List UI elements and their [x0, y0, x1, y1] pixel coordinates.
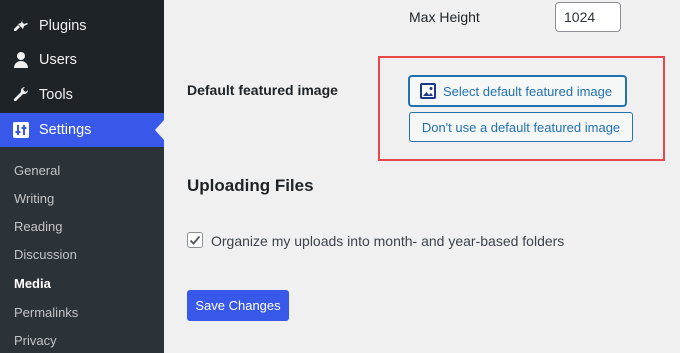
save-changes-button[interactable]: Save Changes	[187, 290, 289, 321]
settings-sliders-icon	[12, 121, 30, 139]
organize-uploads-checkbox[interactable]	[187, 232, 203, 248]
admin-sidebar: Plugins Users Tools Settings General Wri…	[0, 0, 164, 353]
sidebar-item-label: Users	[39, 52, 77, 68]
max-height-input[interactable]	[555, 2, 621, 32]
checkmark-icon	[189, 235, 201, 245]
submenu-item-writing[interactable]: Writing	[14, 191, 54, 206]
select-default-featured-image-button[interactable]: Select default featured image	[409, 76, 626, 106]
sidebar-item-label: Tools	[39, 87, 73, 103]
submenu-item-general[interactable]: General	[14, 163, 60, 178]
image-icon	[420, 83, 436, 99]
featured-image-label: Default featured image	[187, 82, 338, 98]
sidebar-item-tools[interactable]: Tools	[0, 78, 164, 112]
plugin-icon	[12, 17, 30, 35]
uploading-files-heading: Uploading Files	[187, 176, 314, 195]
no-default-featured-image-button[interactable]: Don't use a default featured image	[409, 112, 633, 142]
sidebar-item-label: Settings	[39, 122, 92, 138]
settings-submenu: General Writing Reading Discussion Media…	[0, 147, 164, 353]
sidebar-item-plugins[interactable]: Plugins	[0, 9, 164, 43]
organize-uploads-label: Organize my uploads into month- and year…	[211, 233, 565, 249]
submenu-item-permalinks[interactable]: Permalinks	[14, 305, 78, 320]
submenu-item-privacy[interactable]: Privacy	[14, 333, 57, 348]
sidebar-item-label: Plugins	[39, 18, 87, 34]
wrench-icon	[12, 86, 30, 104]
highlight-box	[378, 56, 665, 161]
submenu-item-media[interactable]: Media	[14, 276, 51, 291]
sidebar-item-users[interactable]: Users	[0, 43, 164, 77]
sidebar-item-settings[interactable]: Settings	[0, 113, 164, 147]
max-height-label: Max Height	[409, 9, 480, 25]
user-icon	[12, 51, 30, 69]
submenu-item-discussion[interactable]: Discussion	[14, 247, 77, 262]
select-default-featured-image-label: Select default featured image	[443, 83, 613, 99]
submenu-item-reading[interactable]: Reading	[14, 219, 62, 234]
